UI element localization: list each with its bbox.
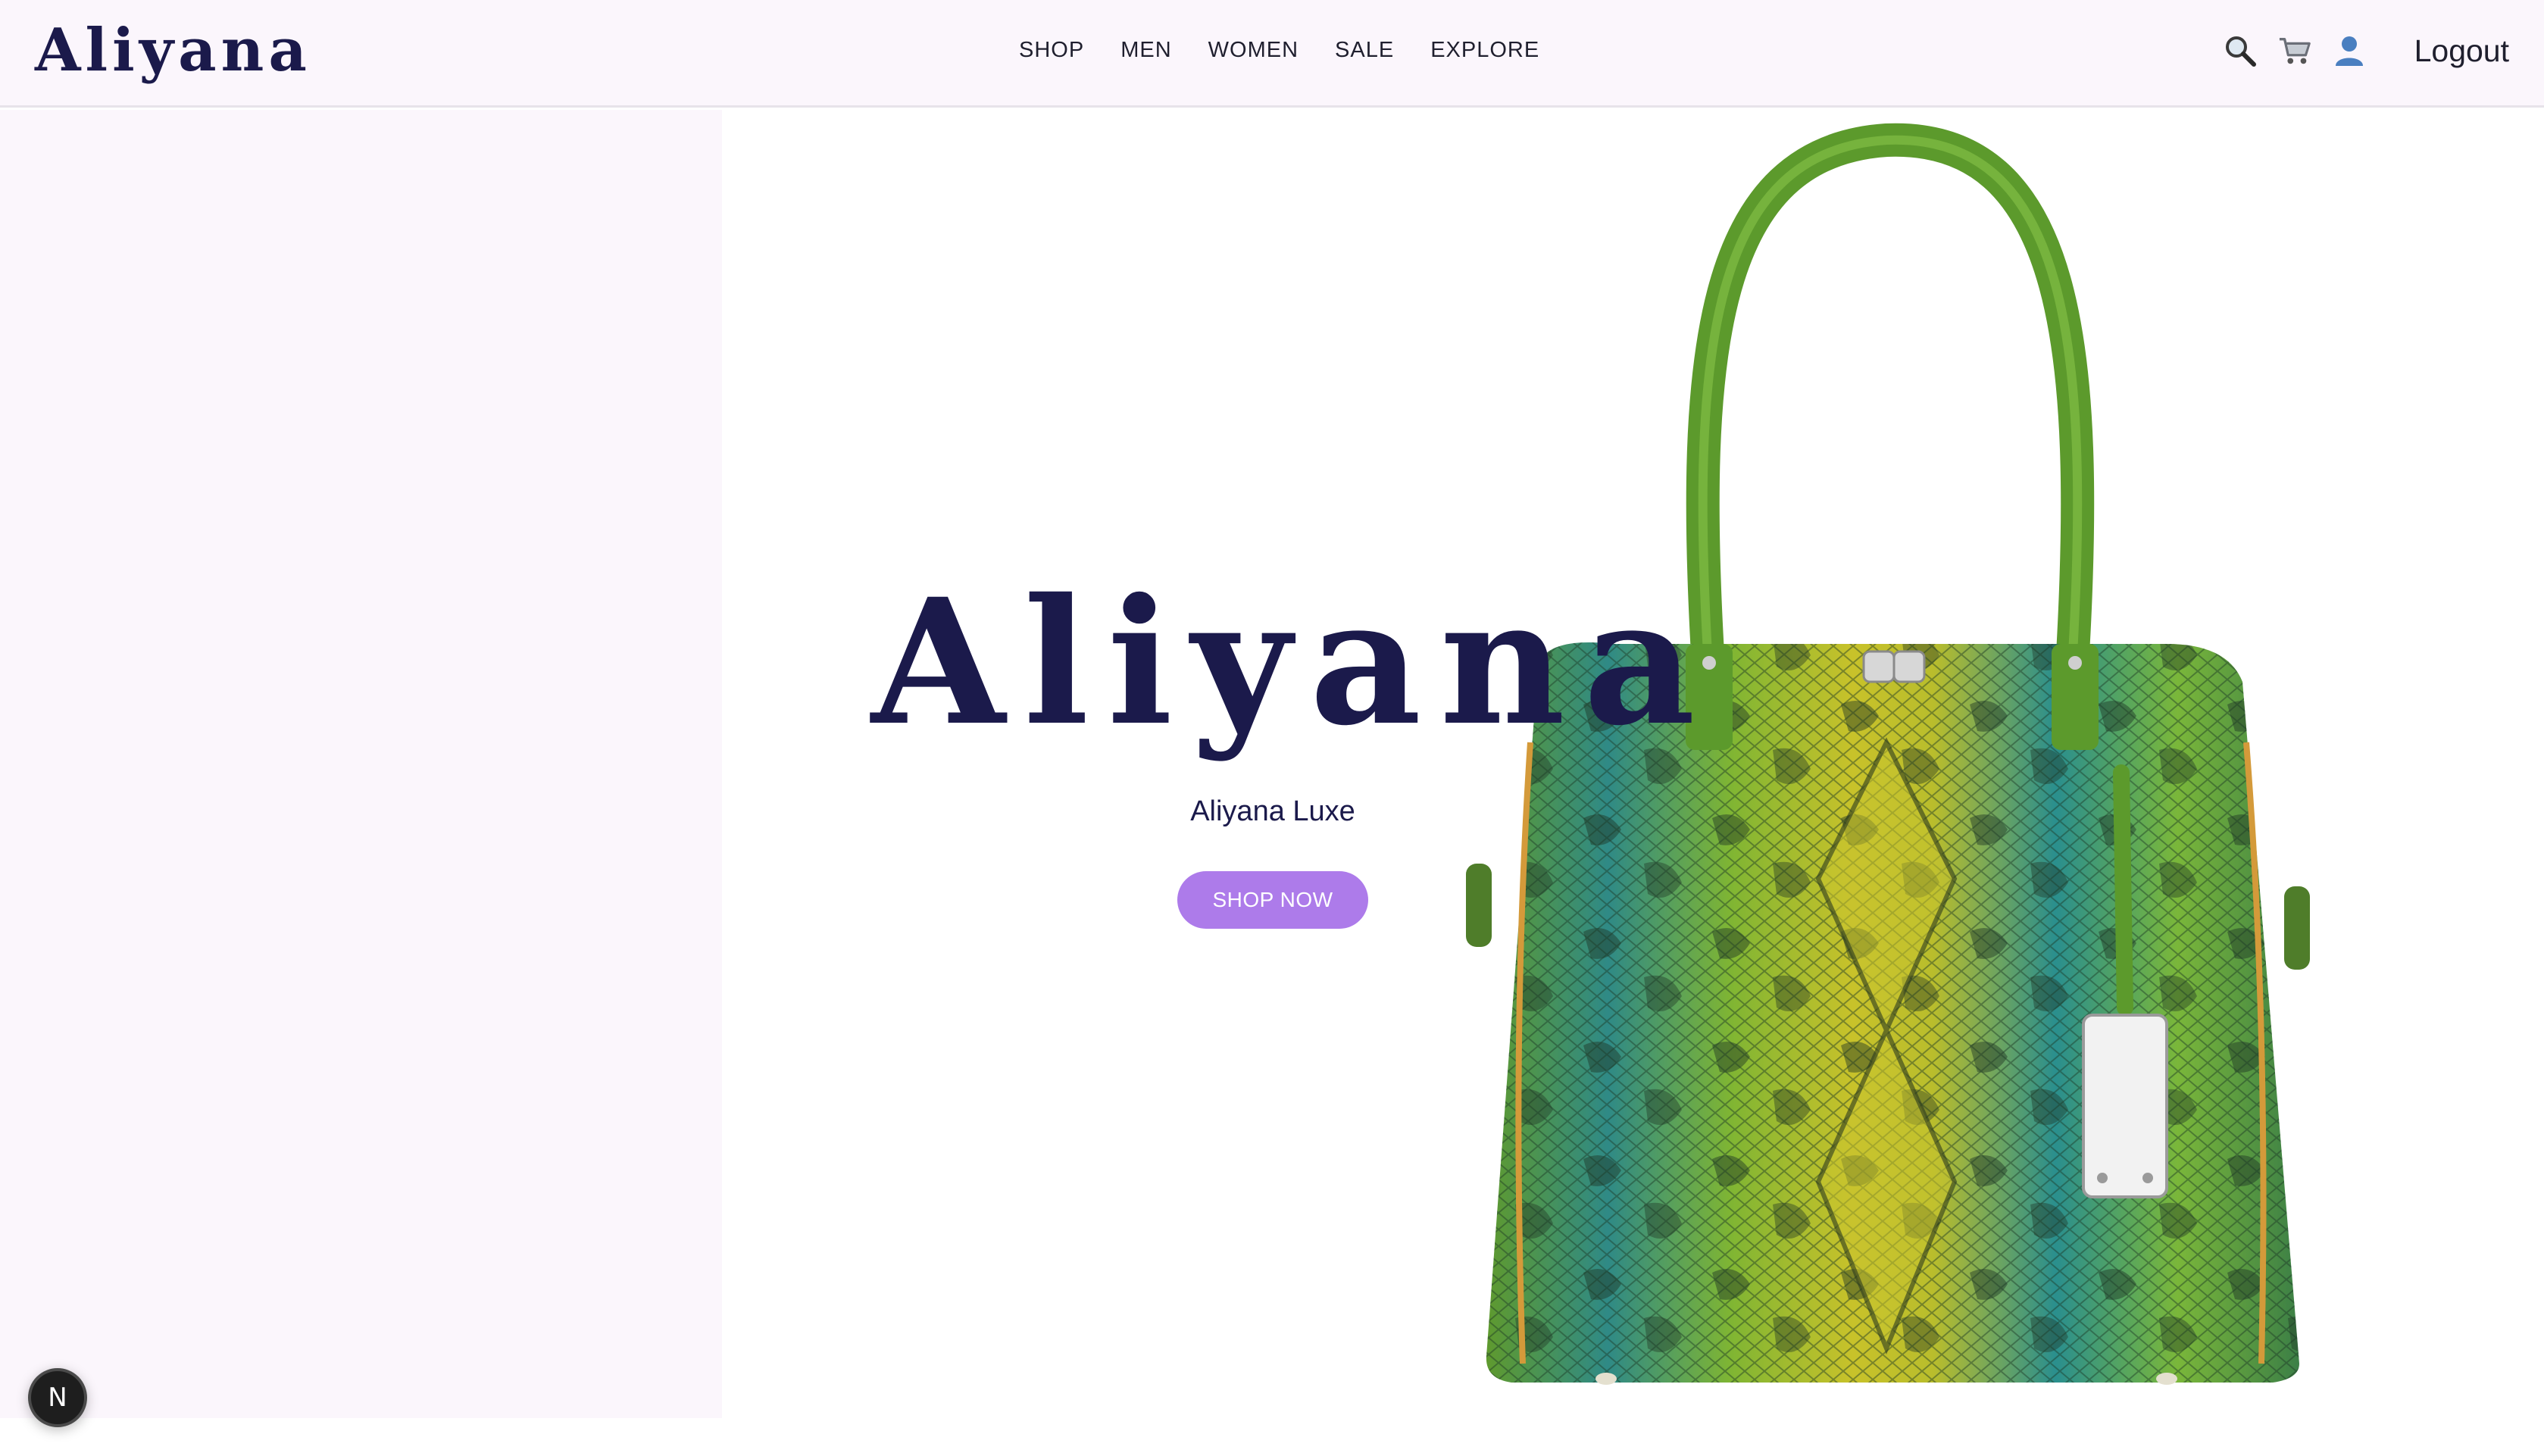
search-icon[interactable]	[2224, 32, 2257, 70]
hero-title: Aliyana	[871, 561, 1714, 764]
brand-logo[interactable]: Aliyana	[35, 15, 311, 86]
logout-link[interactable]: Logout	[2414, 33, 2509, 69]
hero-subtitle: Aliyana Luxe	[1190, 795, 1355, 827]
nav-shop[interactable]: SHOP	[1019, 38, 1084, 63]
nav-men[interactable]: MEN	[1120, 38, 1171, 63]
shop-now-button[interactable]: SHOP NOW	[1177, 871, 1368, 929]
user-icon[interactable]	[2333, 32, 2366, 70]
site-header: Aliyana SHOP MEN WOMEN SALE EXPLORE Logo…	[0, 0, 2544, 108]
nav-explore[interactable]: EXPLORE	[1430, 38, 1539, 63]
nav-sale[interactable]: SALE	[1335, 38, 1394, 63]
nav-women[interactable]: WOMEN	[1208, 38, 1299, 63]
cart-icon[interactable]	[2278, 32, 2311, 70]
header-icons	[2224, 32, 2366, 70]
nextjs-dev-badge[interactable]: N	[28, 1368, 87, 1427]
main-nav: SHOP MEN WOMEN SALE EXPLORE	[1019, 38, 1539, 63]
side-panel	[0, 110, 722, 1418]
